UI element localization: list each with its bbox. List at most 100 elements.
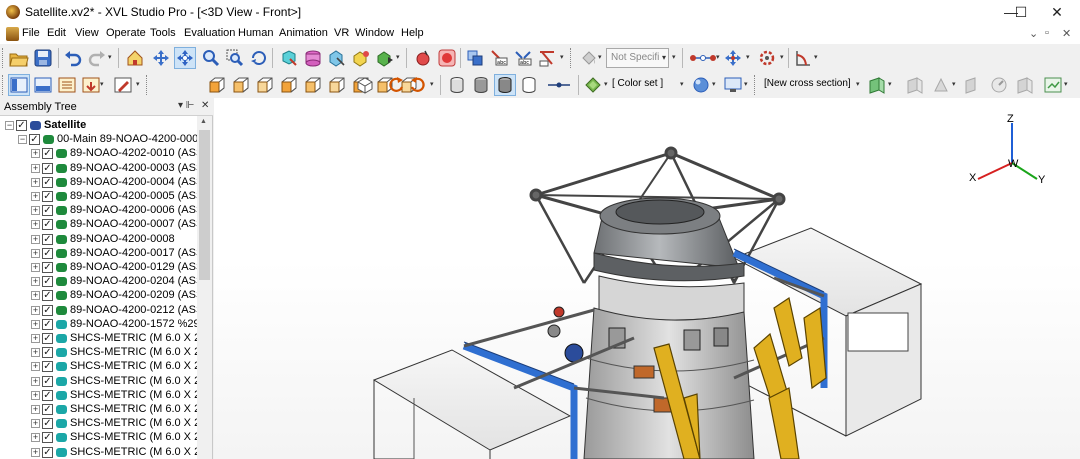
tree-expander[interactable]: + [31,390,40,400]
copy-parts-icon[interactable] [464,47,486,69]
visibility-checkbox[interactable]: ✓ [42,361,53,373]
section-export-icon[interactable] [1042,74,1064,96]
menu-edit[interactable]: Edit [47,27,66,39]
visibility-checkbox[interactable]: ✓ [42,262,53,273]
menu-view[interactable]: View [75,27,99,39]
tree-row[interactable]: +✓ 89-NOAO-4200-0017 (ASSY DI [0,246,197,260]
document-icon[interactable] [6,27,19,41]
view-front-icon[interactable] [206,74,228,96]
structure-edit-icon[interactable] [56,74,78,96]
rotate-left-icon[interactable] [384,74,406,96]
shaded-edges-cylinder-icon[interactable] [494,74,516,96]
tree-row[interactable]: +✓ 89-NOAO-4200-0129 (ASSY DI [0,260,197,274]
close-button[interactable]: ✕ [1034,0,1080,24]
fit-view-icon[interactable] [248,47,270,69]
tree-expander[interactable]: + [31,376,40,386]
list-export-icon[interactable] [80,74,102,96]
redo-icon[interactable] [86,47,108,69]
visibility-checkbox[interactable]: ✓ [42,148,53,160]
visibility-checkbox[interactable]: ✓ [42,333,53,344]
tree-row[interactable]: + ✓ 89-NOAO-4200-0008 [0,232,197,246]
select-cube-icon[interactable] [326,47,348,69]
visibility-checkbox[interactable]: ✓ [42,375,53,387]
tree-expander[interactable]: + [31,263,40,272]
color-set-icon[interactable] [582,74,604,96]
tree-expander[interactable]: + [31,291,40,301]
background-monitor-icon[interactable] [722,74,744,96]
annotation-abc-icon[interactable]: abc [488,47,510,69]
tree-row[interactable]: +✓ SHCS-METRIC (M 6.0 X 25 LG S [0,388,197,402]
tree-row[interactable]: +✓ SHCS-METRIC (M 6.0 X 25 LG S [0,359,197,373]
paint-part-icon[interactable] [350,47,372,69]
tree-row[interactable]: +✓ 89-NOAO-4200-0007 (ASSY DI [0,217,197,231]
hidden-line-cylinder-icon[interactable] [518,74,540,96]
view-cube-icon[interactable] [354,74,376,96]
clearance-check-icon[interactable] [756,47,778,69]
menu-human[interactable]: Human [238,27,273,39]
tree-row[interactable]: +✓ 89-NOAO-4200-0212 (ASSY DI [0,303,197,317]
tree-expander[interactable]: + [31,348,40,358]
view-right-icon[interactable] [278,74,300,96]
visibility-checkbox[interactable]: ✓ [42,176,53,188]
balloon-icon[interactable] [536,47,558,69]
satellite-model[interactable] [214,98,1080,459]
visibility-checkbox[interactable]: ✓ [29,134,40,146]
select-part-icon[interactable] [278,47,300,69]
note-abc-icon[interactable]: abc [512,47,534,69]
visibility-checkbox[interactable]: ✓ [42,389,53,401]
color-set-select[interactable]: [ Color set ] [612,74,686,94]
view-back-icon[interactable] [230,74,252,96]
visibility-checkbox[interactable]: ✓ [42,404,53,415]
3d-viewport[interactable]: Z W X Y [214,98,1080,459]
tree-row[interactable]: +✓ 89-NOAO-4200-0204 (ASSY DI [0,274,197,288]
tree-row[interactable]: +✓ 89-NOAO-4200-0005 (ASSY DI [0,189,197,203]
tree-row[interactable]: +✓ SHCS-METRIC (M 6.0 X 25 LG S [0,345,197,359]
tree-row[interactable]: +✓ SHCS-METRIC (M 6.0 X 25 LG S [0,445,197,459]
section-gauge-icon[interactable] [988,74,1010,96]
tree-row[interactable]: +✓ SHCS-METRIC (M 6.0 X 25 LG S [0,430,197,444]
zoom-window-icon[interactable] [224,47,246,69]
tree-expander[interactable]: + [31,149,40,159]
tree-row[interactable]: +✓ 89-NOAO-4200-0003 (ASSY DI [0,161,197,175]
tree-panel-icon[interactable] [8,74,30,96]
explode-icon[interactable] [722,47,744,69]
visibility-checkbox[interactable]: ✓ [42,304,53,316]
fill-color-icon[interactable] [578,47,600,69]
tree-row[interactable]: +✓ SHCS-METRIC (M 6.0 X 25 LG S [0,402,197,416]
cross-section-select[interactable]: [New cross section] [764,74,860,94]
section-plane-icon[interactable] [904,74,926,96]
highlight-part-icon[interactable] [302,47,324,69]
visibility-checkbox[interactable]: ✓ [42,247,53,259]
visibility-checkbox[interactable]: ✓ [42,233,53,245]
tree-row[interactable]: +✓ SHCS-METRIC (M 6.0 X 25 LG S [0,416,197,430]
view-top-icon[interactable] [302,74,324,96]
zoom-icon[interactable] [200,47,222,69]
tree-row[interactable]: +✓ SHCS-METRIC (M 6.0 X 20 LG S [0,331,197,345]
visibility-checkbox[interactable]: ✓ [42,290,53,302]
tree-row[interactable]: +✓ 89-NOAO-4200-0004 (ASSY DI [0,175,197,189]
attribute-select[interactable]: Not Specifi ▾ [606,48,669,68]
tree-row[interactable]: +✓ 89-NOAO-4200-0209 (ASSY DI [0,288,197,302]
lighting-sphere-icon[interactable] [690,74,712,96]
view-left-icon[interactable] [254,74,276,96]
section-box-icon[interactable] [1014,74,1036,96]
material-red-icon[interactable] [436,47,458,69]
panel-close-button[interactable]: ✕ [201,100,209,111]
sphere-red-icon[interactable] [412,47,434,69]
wireframe-cylinder-icon[interactable] [470,74,492,96]
tree-expander[interactable]: + [31,334,40,343]
open-folder-icon[interactable] [8,47,30,69]
pan-icon[interactable] [150,47,172,69]
tree-row[interactable]: +✓ SHCS-METRIC (M 6.0 X 25 LG S [0,374,197,388]
tree-expander[interactable]: + [31,277,40,287]
rotate-view-icon[interactable] [174,47,196,69]
tree-row[interactable]: − ✓ 00-Main 89-NOAO-4200-0002 [0,132,197,146]
undo-icon[interactable] [62,47,84,69]
tree-expander[interactable]: − [5,121,14,130]
move-part-icon[interactable] [374,47,396,69]
view-bottom-icon[interactable] [326,74,348,96]
tree-expander[interactable]: + [31,319,40,329]
angle-measure-icon[interactable] [792,47,814,69]
tree-expander[interactable]: + [31,305,40,315]
save-icon[interactable] [32,47,54,69]
